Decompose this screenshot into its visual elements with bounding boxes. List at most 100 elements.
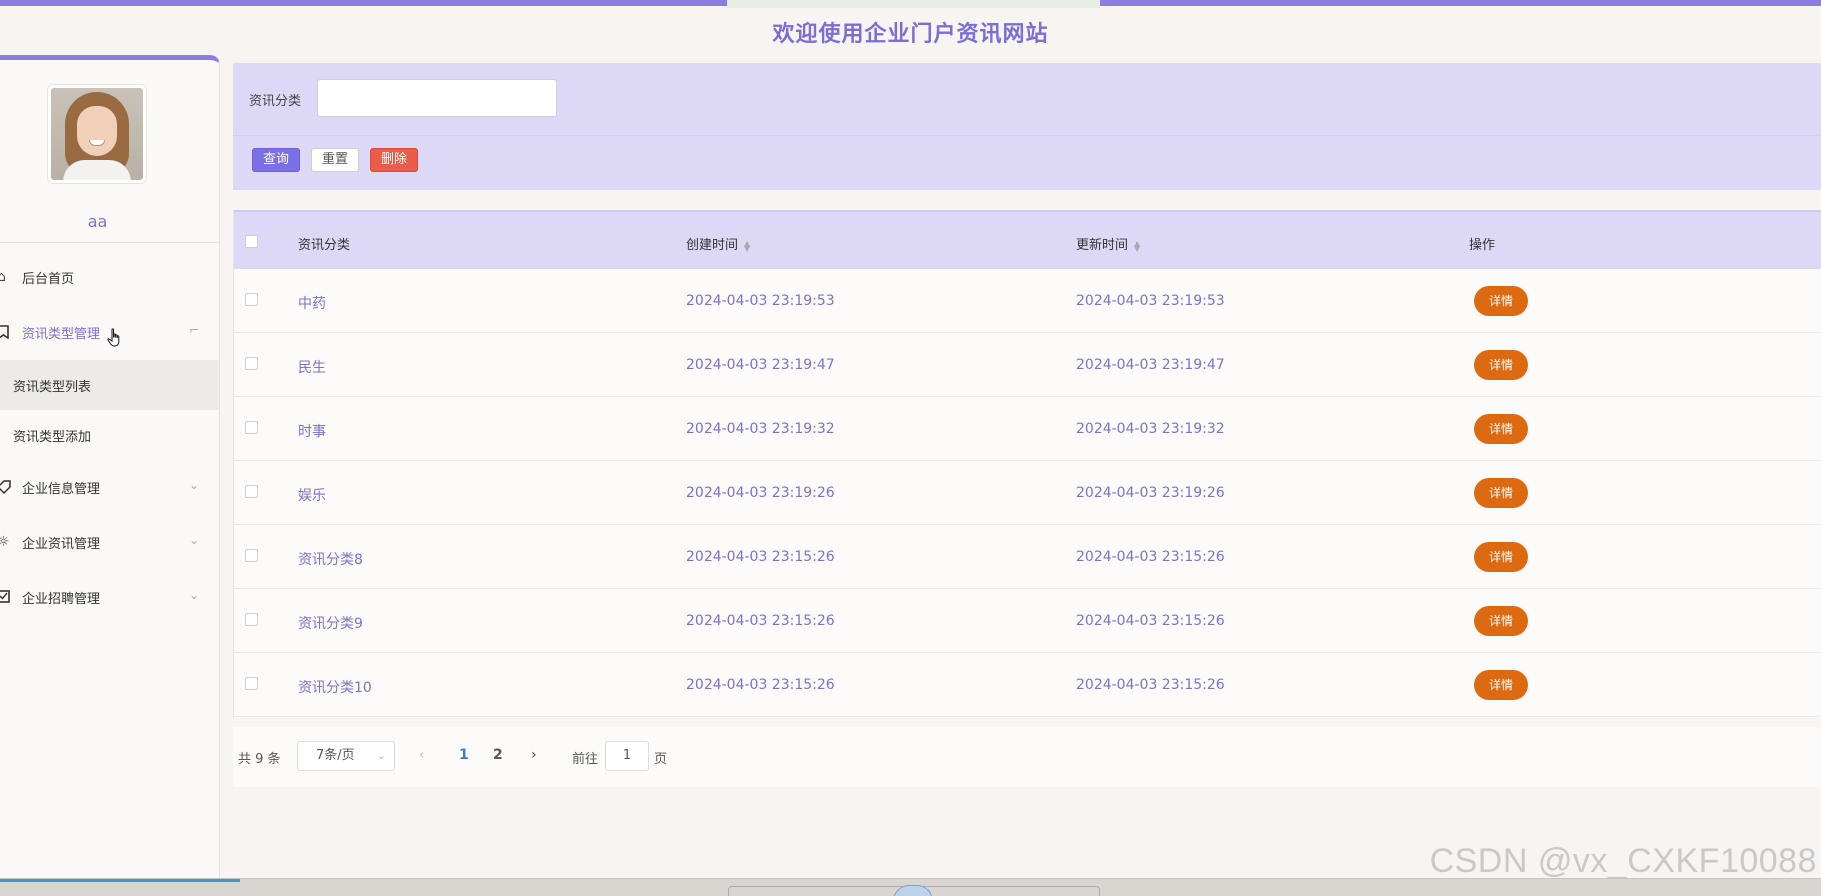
table-row: 民生 2024-04-03 23:19:47 2024-04-03 23:19:47… [234,333,1821,397]
site-title: 欢迎使用企业门户资讯网站 [772,22,1049,47]
detail-button[interactable]: 详情 [1474,478,1528,508]
top-accent-bar [0,0,727,6]
chevron-down-icon: ⌄ [188,533,199,547]
delete-button[interactable]: 删除 [370,148,419,172]
sidebar-subitem-news-type-list[interactable]: 资讯类型列表 [0,360,219,410]
table-row: 资讯分类9 2024-04-03 23:15:26 2024-04-03 23:15… [234,589,1821,653]
sidebar-item-recruitment-management[interactable]: 企业招聘管理 ⌄ [0,570,219,625]
reset-button[interactable]: 重置 [311,148,360,172]
table-row: 时事 2024-04-03 23:19:32 2024-04-03 23:19:32… [234,397,1821,461]
hand-cursor-icon [107,328,120,347]
sidebar-item-label: 后台首页 [22,272,75,287]
sidebar-divider [0,242,219,243]
sidebar: aa ⌂ 后台首页 资讯类型管理 ⌐ 资讯类型列表 资讯类型添加 企业信息管理 … [0,55,220,880]
search-panel: 资讯分类 查询 重置 删除 [233,63,1821,190]
cell-category: 资讯分类10 [298,680,372,696]
column-header-label: 创建时间 [686,238,739,253]
goto-unit: 页 [654,752,668,767]
cell-category: 时事 [298,424,326,440]
cell-created: 2024-04-03 23:15:26 [686,613,835,629]
detail-button[interactable]: 详情 [1474,670,1528,700]
taskbar [0,878,1821,896]
watermark: CSDN @vx_CXKF10088 [1429,842,1817,880]
column-header-category: 资讯分类 [298,238,351,253]
page-number-2[interactable]: 2 [493,747,503,763]
cell-created: 2024-04-03 23:19:32 [686,421,835,437]
cell-created: 2024-04-03 23:15:26 [686,677,835,693]
tag-icon [0,480,11,495]
sidebar-menu: ⌂ 后台首页 资讯类型管理 ⌐ 资讯类型列表 资讯类型添加 企业信息管理 ⌄ ☼… [0,250,219,625]
sidebar-item-label: 企业资讯管理 [22,537,101,552]
table-body: 中药 2024-04-03 23:19:53 2024-04-03 23:19:53… [234,269,1821,717]
top-accent-bar [1100,0,1821,6]
cell-category: 资讯分类8 [298,552,363,568]
sort-icon[interactable]: ▲ ▼ [1134,239,1140,252]
top-accent-bar-center [727,0,1100,8]
table-header: 资讯分类 创建时间 ▲ ▼ 更新时间 ▲ ▼ 操作 [234,210,1821,269]
cell-updated: 2024-04-03 23:15:26 [1076,677,1225,693]
sidebar-subitem-news-type-add[interactable]: 资讯类型添加 [0,410,219,460]
sidebar-item-company-info-management[interactable]: 企业信息管理 ⌄ [0,460,219,515]
column-header-action: 操作 [1469,238,1496,253]
column-header-created[interactable]: 创建时间 ▲ ▼ [686,234,750,253]
cell-updated: 2024-04-03 23:19:53 [1076,293,1225,309]
page-size-value: 7条/页 [316,748,355,763]
cell-updated: 2024-04-03 23:19:47 [1076,357,1225,373]
row-checkbox[interactable] [245,677,258,690]
detail-button[interactable]: 详情 [1474,606,1528,636]
search-divider [233,135,1821,136]
sidebar-item-label: 企业招聘管理 [22,592,101,607]
next-page-icon[interactable]: › [531,747,537,763]
avatar-frame [47,84,147,184]
category-search-input[interactable] [317,79,557,117]
sidebar-item-label: 企业信息管理 [22,482,101,497]
goto-label: 前往 [572,752,599,767]
row-checkbox[interactable] [245,613,258,626]
table-row: 中药 2024-04-03 23:19:53 2024-04-03 23:19:53… [234,269,1821,333]
cell-created: 2024-04-03 23:19:26 [686,485,835,501]
chevron-down-icon: ⌄ [188,478,199,492]
cell-category: 中药 [298,296,326,312]
row-checkbox[interactable] [245,421,258,434]
sidebar-item-label: 资讯类型管理 [22,327,101,342]
row-checkbox[interactable] [245,293,258,306]
bookmark-icon [0,325,11,340]
table-row: 娱乐 2024-04-03 23:19:26 2024-04-03 23:19:26… [234,461,1821,525]
page-number-1[interactable]: 1 [459,747,469,763]
query-button[interactable]: 查询 [252,148,301,172]
sidebar-item-company-news-management[interactable]: ☼ 企业资讯管理 ⌄ [0,515,219,570]
row-checkbox[interactable] [245,357,258,370]
goto-page-input[interactable]: 1 [605,741,649,771]
search-label: 资讯分类 [249,94,302,109]
select-all-checkbox[interactable] [245,235,258,248]
table-row: 资讯分类10 2024-04-03 23:15:26 2024-04-03 23:1… [234,653,1821,717]
page-size-select[interactable]: 7条/页 ⌄ [297,741,395,771]
total-count: 共 9 条 [238,752,281,767]
detail-button[interactable]: 详情 [1474,542,1528,572]
column-header-label: 更新时间 [1076,238,1129,253]
cell-updated: 2024-04-03 23:15:26 [1076,613,1225,629]
gear-icon: ☼ [0,534,10,550]
chevron-down-icon: ⌄ [188,588,199,602]
cell-category: 民生 [298,360,326,376]
cell-created: 2024-04-03 23:19:53 [686,293,835,309]
detail-button[interactable]: 详情 [1474,286,1528,316]
cell-updated: 2024-04-03 23:15:26 [1076,549,1225,565]
row-checkbox[interactable] [245,549,258,562]
cell-updated: 2024-04-03 23:19:32 [1076,421,1225,437]
cell-category: 娱乐 [298,488,326,504]
prev-page-icon[interactable]: ‹ [419,747,425,763]
chevron-up-icon: ⌐ [188,323,199,337]
detail-button[interactable]: 详情 [1474,414,1528,444]
detail-button[interactable]: 详情 [1474,350,1528,380]
cell-updated: 2024-04-03 23:19:26 [1076,485,1225,501]
data-table: 资讯分类 创建时间 ▲ ▼ 更新时间 ▲ ▼ 操作 中药 2024-04-03 23:19… [233,210,1821,718]
row-checkbox[interactable] [245,485,258,498]
sidebar-item-home[interactable]: ⌂ 后台首页 [0,250,219,305]
avatar[interactable] [51,88,143,180]
column-header-updated[interactable]: 更新时间 ▲ ▼ [1076,234,1140,253]
username: aa [87,212,108,231]
chevron-down-icon: ⌄ [376,749,386,762]
checkbox-icon [0,590,11,604]
sort-icon[interactable]: ▲ ▼ [744,239,750,252]
